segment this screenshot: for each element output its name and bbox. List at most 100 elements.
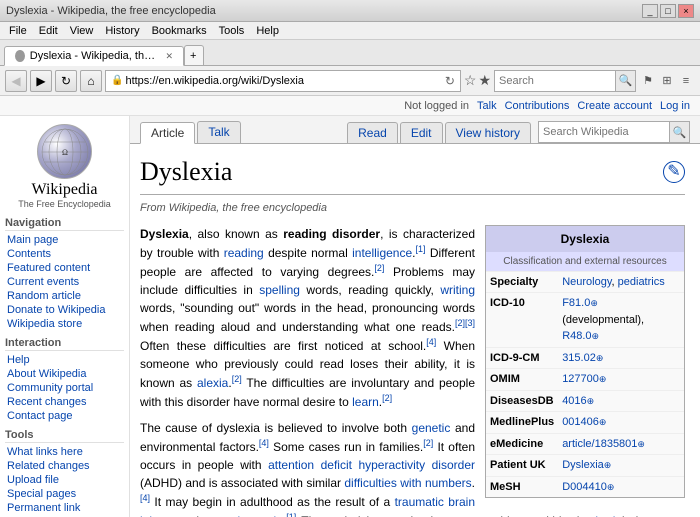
menu-help[interactable]: Help bbox=[251, 24, 284, 38]
medlineplus-link[interactable]: 001406 bbox=[562, 416, 599, 428]
ref-4a[interactable]: [4] bbox=[426, 337, 436, 347]
nav-icon-3[interactable]: ≡ bbox=[677, 72, 695, 90]
infobox-value-mesh: D004410⊕ bbox=[558, 476, 684, 497]
address-bar[interactable]: 🔒 https://en.wikipedia.org/wiki/Dyslexia… bbox=[105, 70, 461, 92]
tbi-link[interactable]: traumatic brain injury bbox=[140, 495, 475, 517]
menu-tools[interactable]: Tools bbox=[214, 24, 250, 38]
forward-button[interactable]: ▶ bbox=[30, 70, 52, 92]
nav-icon-2[interactable]: ⊞ bbox=[658, 72, 676, 90]
maximize-button[interactable]: □ bbox=[660, 4, 676, 18]
sidebar-item-random[interactable]: Random article bbox=[5, 289, 124, 303]
reading-link[interactable]: reading bbox=[224, 246, 264, 260]
new-tab-button[interactable]: + bbox=[184, 45, 204, 65]
ref-2a[interactable]: [2] bbox=[374, 263, 384, 273]
star-icon[interactable]: ★ bbox=[478, 72, 491, 89]
specialty-neurology-link[interactable]: Neurology bbox=[562, 276, 611, 288]
infobox-subtitle: Classification and external resources bbox=[486, 252, 684, 271]
personal-create-account-link[interactable]: Create account bbox=[577, 100, 652, 112]
bookmark-icon[interactable]: ☆ bbox=[464, 72, 477, 89]
sidebar-item-current-events[interactable]: Current events bbox=[5, 275, 124, 289]
infobox-label-icd10: ICD-10 bbox=[486, 293, 558, 348]
alexia-link[interactable]: alexia bbox=[197, 376, 228, 390]
infobox-value-icd10: F81.0⊕ (developmental), R48.0⊕ bbox=[558, 293, 684, 348]
address-refresh-icon[interactable]: ↻ bbox=[445, 74, 455, 88]
tab-read[interactable]: Read bbox=[347, 122, 398, 143]
browser-tab[interactable]: Dyslexia - Wikipedia, the free e... ✕ bbox=[4, 46, 184, 66]
patientuk-link[interactable]: Dyslexia bbox=[562, 459, 604, 471]
sidebar-item-specialpages[interactable]: Special pages bbox=[5, 487, 124, 501]
sidebar-interaction-section: Interaction Help About Wikipedia Communi… bbox=[5, 337, 124, 423]
article-search-form: 🔍 bbox=[538, 121, 690, 143]
tab-close-icon[interactable]: ✕ bbox=[165, 51, 173, 62]
personal-login-link[interactable]: Log in bbox=[660, 100, 690, 112]
infobox-label-omim: OMIM bbox=[486, 369, 558, 391]
mesh-link[interactable]: D004410 bbox=[562, 481, 607, 493]
tab-edit[interactable]: Edit bbox=[400, 122, 443, 143]
ref-4c[interactable]: [4] bbox=[140, 493, 150, 503]
main-layout: Ω Wikipedia The Free Encyclopedia Naviga… bbox=[0, 116, 700, 517]
refresh-button[interactable]: ↻ bbox=[55, 70, 77, 92]
sidebar-tools-section: Tools What links here Related changes Up… bbox=[5, 429, 124, 517]
nav-icon-1[interactable]: ⚑ bbox=[639, 72, 657, 90]
edit-icon[interactable]: ✎ bbox=[663, 161, 685, 183]
content-area: Article Talk Read Edit View history 🔍 Dy… bbox=[130, 116, 700, 517]
menu-edit[interactable]: Edit bbox=[34, 24, 63, 38]
sidebar-item-help[interactable]: Help bbox=[5, 353, 124, 367]
spelling-link[interactable]: spelling bbox=[259, 283, 300, 297]
minimize-button[interactable]: _ bbox=[642, 4, 658, 18]
writing-link[interactable]: writing bbox=[440, 283, 475, 297]
menu-file[interactable]: File bbox=[4, 24, 32, 38]
sidebar-item-store[interactable]: Wikipedia store bbox=[5, 317, 124, 331]
search-input[interactable] bbox=[495, 71, 615, 91]
tab-article[interactable]: Article bbox=[140, 122, 195, 144]
sidebar-item-whatlinks[interactable]: What links here bbox=[5, 445, 124, 459]
ref-23[interactable]: [2][3] bbox=[455, 318, 475, 328]
sidebar-item-donate[interactable]: Donate to Wikipedia bbox=[5, 303, 124, 317]
tab-view-history[interactable]: View history bbox=[445, 122, 531, 143]
sidebar-item-contact[interactable]: Contact page bbox=[5, 409, 124, 423]
article-tabs: Article Talk Read Edit View history 🔍 bbox=[130, 116, 700, 144]
sidebar-item-about[interactable]: About Wikipedia bbox=[5, 367, 124, 381]
ref-4b[interactable]: [4] bbox=[259, 438, 269, 448]
diseasesdb-link[interactable]: 4016 bbox=[562, 395, 586, 407]
personal-contributions-link[interactable]: Contributions bbox=[505, 100, 570, 112]
sidebar-item-main-page[interactable]: Main page bbox=[5, 233, 124, 247]
back-button[interactable]: ◀ bbox=[5, 70, 27, 92]
ref-2c[interactable]: [2] bbox=[382, 393, 392, 403]
genetic-link[interactable]: genetic bbox=[412, 421, 451, 435]
home-button[interactable]: ⌂ bbox=[80, 70, 102, 92]
sidebar-item-uploadfile[interactable]: Upload file bbox=[5, 473, 124, 487]
ref-2b[interactable]: [2] bbox=[232, 374, 242, 384]
personal-talk-link[interactable]: Talk bbox=[477, 100, 497, 112]
tab-talk[interactable]: Talk bbox=[197, 121, 240, 143]
menu-view[interactable]: View bbox=[65, 24, 99, 38]
dementia-link[interactable]: dementia bbox=[234, 514, 283, 517]
sidebar-item-community[interactable]: Community portal bbox=[5, 381, 124, 395]
difficulties-link[interactable]: difficulties with numbers bbox=[344, 476, 471, 490]
ref-2d[interactable]: [2] bbox=[423, 438, 433, 448]
icd10-r480-link[interactable]: R48.0 bbox=[562, 330, 591, 342]
emedicine-link[interactable]: article/1835801 bbox=[562, 438, 637, 450]
icd10-f810-link[interactable]: F81.0 bbox=[562, 297, 590, 309]
article-search-input[interactable] bbox=[539, 122, 669, 142]
sidebar-item-permanent[interactable]: Permanent link bbox=[5, 501, 124, 515]
sidebar-item-contents[interactable]: Contents bbox=[5, 247, 124, 261]
brain-link[interactable]: brain bbox=[595, 514, 622, 517]
menu-history[interactable]: History bbox=[100, 24, 144, 38]
sidebar-item-recent[interactable]: Recent changes bbox=[5, 395, 124, 409]
sidebar-item-featured[interactable]: Featured content bbox=[5, 261, 124, 275]
adhd-link[interactable]: attention deficit hyperactivity disorder bbox=[268, 458, 475, 472]
icd9-link[interactable]: 315.02 bbox=[562, 352, 596, 364]
close-button[interactable]: × bbox=[678, 4, 694, 18]
sidebar-item-relatedchanges[interactable]: Related changes bbox=[5, 459, 124, 473]
infobox-label-specialty: Specialty bbox=[486, 271, 558, 293]
learn-link[interactable]: learn bbox=[352, 395, 379, 409]
search-submit-button[interactable]: 🔍 bbox=[615, 71, 635, 91]
menu-bookmarks[interactable]: Bookmarks bbox=[147, 24, 212, 38]
ref-1[interactable]: [1] bbox=[416, 244, 426, 254]
omim-link[interactable]: 127700 bbox=[562, 373, 599, 385]
ref-1b[interactable]: [1] bbox=[286, 512, 296, 517]
article-search-submit[interactable]: 🔍 bbox=[669, 122, 689, 142]
specialty-peds-link[interactable]: pediatrics bbox=[618, 276, 665, 288]
intelligence-link[interactable]: intelligence bbox=[352, 246, 412, 260]
